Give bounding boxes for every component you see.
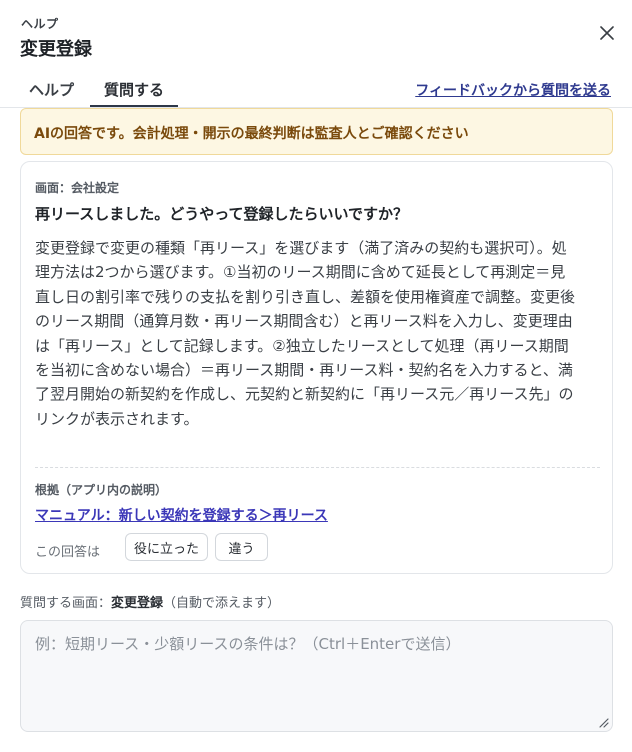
answer-line: 了翌月開始の新契約を作成し、元契約と新契約に「再リース元／再リース先」の: [35, 385, 574, 404]
close-button[interactable]: [594, 20, 620, 46]
source-label: 根拠（アプリ内の説明）: [35, 483, 168, 497]
context-screen: 変更登録: [111, 596, 164, 611]
answer-body: 変更登録で変更の種類「再リース」を選びます（満了済みの契約も選択可）。処 理方法…: [35, 236, 601, 431]
answer-line: を当初に含めない場合）＝再リース期間・再リース料・契約名を入力すると、満: [35, 361, 573, 380]
panel-eyebrow: ヘルプ: [21, 17, 59, 31]
tab-help[interactable]: ヘルプ: [29, 79, 74, 100]
close-icon: [600, 26, 614, 40]
active-tab-indicator: [90, 105, 178, 107]
answer-card: 画面：会社設定 再リースしました。どうやって登録したらいいですか？ 変更登録で変…: [20, 161, 613, 574]
answer-line: 直し日の割引率で残りの支払を割り引き直し、差額を使用権資産で調整。変更後: [35, 287, 576, 306]
not-helpful-button[interactable]: 違う: [215, 533, 268, 561]
ai-disclaimer-banner: AIの回答です。会計処理・開示の最終判断は監査人とご確認ください: [20, 108, 613, 155]
answer-divider: [35, 467, 600, 468]
context-suffix: （自動で添えます）: [163, 596, 281, 611]
answer-question: 再リースしました。どうやって登録したらいいですか？: [35, 205, 409, 223]
panel-header: ヘルプ 変更登録: [0, 0, 632, 70]
answer-line: のリース期間（通算月数・再リース期間含む）と再リース料を入力し、変更理由: [35, 312, 573, 331]
context-prefix: 質問する画面：: [20, 596, 112, 611]
manual-source-link[interactable]: マニュアル：新しい契約を登録する＞再リース: [35, 505, 328, 525]
answer-line: 理方法は2つから選びます。①当初のリース期間に含めて延長として再測定＝見: [35, 263, 566, 282]
rating-label: この回答は: [35, 545, 101, 560]
page-title: 変更登録: [20, 39, 92, 60]
answer-line: リンクが表示されます。: [35, 409, 199, 428]
feedback-link[interactable]: フィードバックから質問を送る: [415, 80, 611, 100]
answer-screen-label: 画面：会社設定: [35, 181, 120, 195]
answer-line: 変更登録で変更の種類「再リース」を選びます（満了済みの契約も選択可）。処: [35, 239, 567, 257]
helpful-button[interactable]: 役に立った: [125, 533, 208, 561]
answer-line: は「再リース」として記録します。②独立したリースとして処理（再リース期間: [35, 336, 569, 355]
tab-ask[interactable]: 質問する: [104, 79, 164, 100]
question-input[interactable]: [20, 620, 613, 732]
question-context: 質問する画面：変更登録（自動で添えます）: [20, 592, 280, 611]
